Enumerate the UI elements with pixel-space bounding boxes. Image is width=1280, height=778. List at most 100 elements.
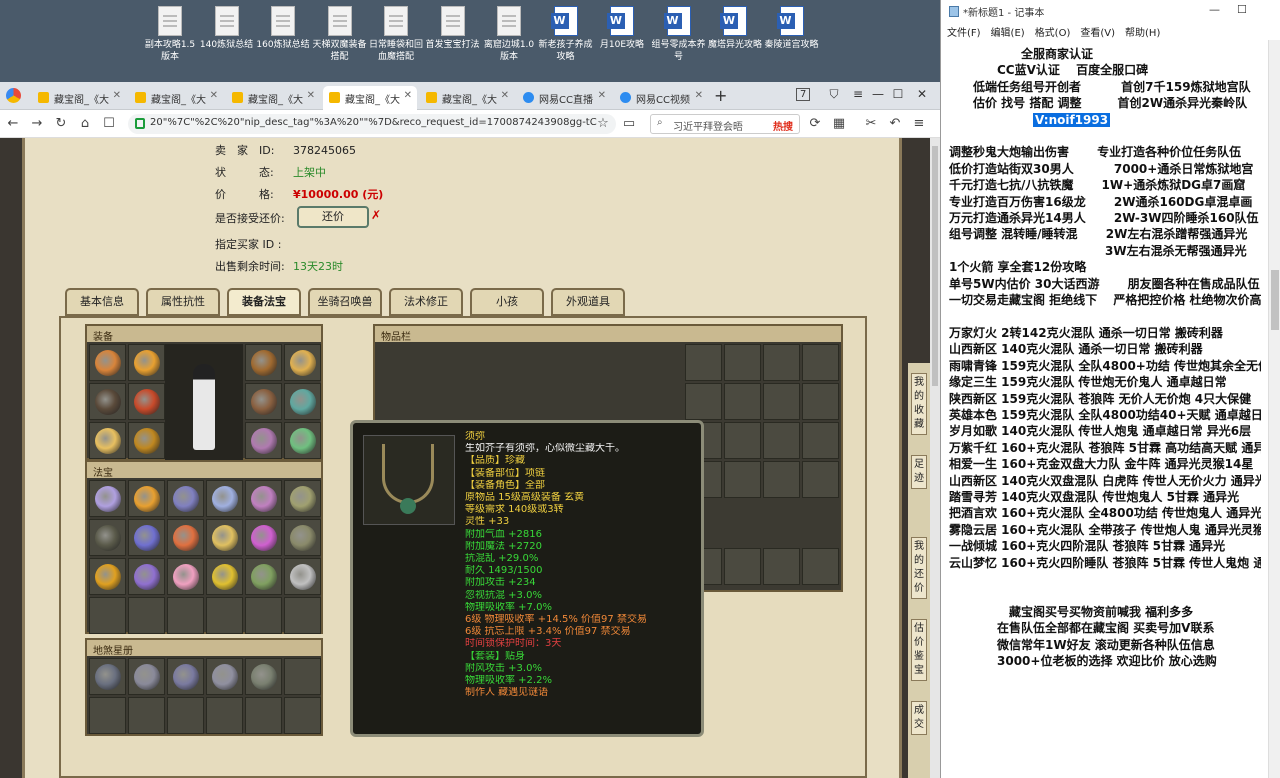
item-slot[interactable] xyxy=(802,383,839,420)
shirt-icon[interactable]: ⛉ xyxy=(824,87,844,102)
side-button[interactable]: 估价鉴宝 xyxy=(911,619,927,681)
tab-close-icon[interactable]: ✕ xyxy=(501,90,509,101)
item-slot[interactable] xyxy=(128,597,165,634)
sync-icon[interactable]: ⟳ xyxy=(806,116,824,131)
item-slot[interactable] xyxy=(245,658,282,695)
item-slot[interactable] xyxy=(802,548,839,585)
tab-close-icon[interactable]: ✕ xyxy=(695,90,703,101)
maximize-icon[interactable]: ☐ xyxy=(888,87,908,101)
desktop-icon[interactable]: 天梯双魔装备搭配 xyxy=(312,6,368,63)
item-slot[interactable] xyxy=(206,519,243,556)
item-slot[interactable] xyxy=(128,558,165,595)
item-slot[interactable] xyxy=(167,558,204,595)
new-tab-button[interactable]: + xyxy=(714,86,727,105)
browser-tab[interactable]: 藏宝阁_《大 ✕ xyxy=(420,86,514,110)
desktop-icon[interactable]: W 新老孩子养成攻略 xyxy=(538,6,594,63)
item-slot[interactable] xyxy=(802,422,839,459)
desktop-icon[interactable]: W 月10E攻略 xyxy=(594,6,650,51)
close-icon[interactable]: ✕ xyxy=(912,87,932,101)
tab-count-badge[interactable]: 7 xyxy=(796,88,811,101)
item-slot[interactable] xyxy=(89,597,126,634)
bookmark-list-icon[interactable]: ☐ xyxy=(100,116,118,131)
minimize-icon[interactable]: — xyxy=(868,87,888,101)
menu-item[interactable]: 编辑(E) xyxy=(991,28,1025,39)
item-slot[interactable] xyxy=(284,344,321,381)
item-slot[interactable] xyxy=(245,697,282,734)
item-slot[interactable] xyxy=(167,697,204,734)
item-slot[interactable] xyxy=(245,344,282,381)
desktop-icon[interactable]: W 魔塔异光攻略 xyxy=(707,6,763,51)
item-slot[interactable] xyxy=(89,658,126,695)
item-slot[interactable] xyxy=(89,558,126,595)
desktop-icon[interactable]: 日常睡袋和回血魔搭配 xyxy=(368,6,424,63)
item-slot[interactable] xyxy=(128,658,165,695)
page-scrollbar[interactable] xyxy=(930,138,940,778)
item-slot[interactable] xyxy=(89,697,126,734)
item-slot[interactable] xyxy=(89,344,126,381)
browser-tab[interactable]: 藏宝阁_《大 ✕ xyxy=(32,86,126,110)
item-slot[interactable] xyxy=(763,422,800,459)
minimize-icon[interactable]: — xyxy=(1209,3,1220,16)
item-slot[interactable] xyxy=(167,519,204,556)
maximize-icon[interactable]: ☐ xyxy=(1237,3,1247,16)
item-slot[interactable] xyxy=(284,597,321,634)
counter-offer-button[interactable]: 还价 xyxy=(297,206,369,228)
item-slot[interactable] xyxy=(724,383,761,420)
side-button[interactable]: 足迹 xyxy=(911,455,927,489)
item-slot[interactable] xyxy=(284,383,321,420)
item-slot[interactable] xyxy=(245,422,282,459)
panel-tab[interactable]: 属性抗性 xyxy=(146,288,220,316)
item-slot[interactable] xyxy=(763,461,800,498)
star-icon[interactable]: ☆ xyxy=(594,116,612,131)
cast-icon[interactable]: ▭ xyxy=(620,116,638,131)
item-slot[interactable] xyxy=(245,480,282,517)
menu-item[interactable]: 格式(O) xyxy=(1035,28,1071,39)
item-slot[interactable] xyxy=(89,422,126,459)
item-slot[interactable] xyxy=(724,548,761,585)
desktop-icon[interactable]: 首发宝宝打法 xyxy=(425,6,481,51)
item-slot[interactable] xyxy=(763,383,800,420)
side-button[interactable]: 我的收藏 xyxy=(911,373,927,435)
panel-tab[interactable]: 基本信息 xyxy=(65,288,139,316)
browser-tab[interactable]: 藏宝阁_《大 ✕ xyxy=(129,86,223,110)
menu-icon[interactable]: ≡ xyxy=(848,87,868,101)
item-slot[interactable] xyxy=(284,480,321,517)
item-slot[interactable] xyxy=(167,597,204,634)
side-button[interactable]: 成交 xyxy=(911,701,927,735)
item-slot[interactable] xyxy=(724,422,761,459)
item-slot[interactable] xyxy=(284,519,321,556)
desktop-icon[interactable]: W 秦陵道宫攻略 xyxy=(764,6,820,51)
panel-tab[interactable]: 外观道具 xyxy=(551,288,625,316)
item-slot[interactable] xyxy=(206,658,243,695)
item-slot[interactable] xyxy=(128,519,165,556)
item-slot[interactable] xyxy=(89,519,126,556)
item-slot[interactable] xyxy=(685,344,722,381)
item-slot[interactable] xyxy=(284,697,321,734)
browser-tab[interactable]: 藏宝阁_《大 ✕ xyxy=(226,86,320,110)
desktop-icon[interactable]: 160炼狱总结 xyxy=(255,6,311,51)
panel-tab[interactable]: 装备法宝 xyxy=(227,288,301,316)
item-slot[interactable] xyxy=(167,658,204,695)
item-slot[interactable] xyxy=(128,697,165,734)
item-slot[interactable] xyxy=(685,383,722,420)
item-slot[interactable] xyxy=(167,480,204,517)
tab-close-icon[interactable]: ✕ xyxy=(210,90,218,101)
notepad-text-area[interactable]: 全服商家认证 CC蓝V认证 百度全服口碑 低端任务组号开创者 首创7千159炼狱… xyxy=(941,40,1269,778)
tab-close-icon[interactable]: ✕ xyxy=(404,90,412,101)
forward-icon[interactable]: → xyxy=(28,116,46,131)
menu-item[interactable]: 文件(F) xyxy=(947,28,981,39)
item-slot[interactable] xyxy=(245,383,282,420)
browser-tab[interactable]: 网易CC直播 ✕ xyxy=(517,86,611,110)
url-input[interactable]: 20"%7C"%2C%20"nip_desc_tag"%3A%20""%7D&r… xyxy=(128,114,616,134)
browser-tab[interactable]: 藏宝阁_《大 ✕ xyxy=(323,86,417,110)
tab-close-icon[interactable]: ✕ xyxy=(113,90,121,101)
item-slot[interactable] xyxy=(206,597,243,634)
item-slot[interactable] xyxy=(245,558,282,595)
item-slot[interactable] xyxy=(128,422,165,459)
menu-item[interactable]: 查看(V) xyxy=(1080,28,1115,39)
desktop-icon[interactable]: 140炼狱总结 xyxy=(199,6,255,51)
item-slot[interactable] xyxy=(206,558,243,595)
tab-close-icon[interactable]: ✕ xyxy=(598,90,606,101)
browser-logo-icon[interactable] xyxy=(6,88,21,103)
item-slot[interactable] xyxy=(245,519,282,556)
